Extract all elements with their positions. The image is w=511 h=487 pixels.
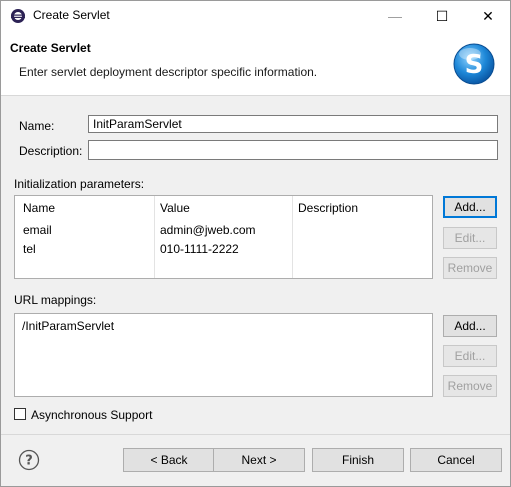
- close-button[interactable]: ✕: [465, 1, 510, 31]
- page-title: Create Servlet: [10, 41, 91, 55]
- minimize-button[interactable]: —: [372, 1, 418, 31]
- description-label: Description:: [19, 144, 83, 158]
- title-bar: Create Servlet — ☐ ✕: [1, 1, 510, 31]
- servlet-logo-icon: S: [453, 43, 495, 85]
- footer-divider: [1, 434, 510, 435]
- next-button[interactable]: Next >: [213, 448, 305, 472]
- maximize-icon: ☐: [435, 7, 449, 24]
- init-params-label: Initialization parameters:: [14, 177, 145, 191]
- description-field[interactable]: [88, 140, 498, 160]
- async-support-label[interactable]: Asynchronous Support: [31, 408, 152, 422]
- url-mappings-edit-button[interactable]: Edit...: [443, 345, 497, 367]
- column-header-value[interactable]: Value: [160, 201, 190, 215]
- column-header-description[interactable]: Description: [298, 201, 358, 215]
- page-description: Enter servlet deployment descriptor spec…: [19, 65, 318, 79]
- help-icon: ?: [25, 454, 33, 469]
- column-header-name[interactable]: Name: [23, 201, 55, 215]
- back-button[interactable]: < Back: [123, 448, 215, 472]
- name-label: Name:: [19, 119, 55, 133]
- url-mappings-add-button[interactable]: Add...: [443, 315, 497, 337]
- eclipse-icon: [11, 9, 25, 23]
- logo-letter: S: [465, 50, 484, 80]
- param-value: 010-1111-2222: [160, 242, 239, 256]
- url-mappings-list[interactable]: /InitParamServlet: [14, 313, 433, 397]
- url-mappings-label: URL mappings:: [14, 293, 97, 307]
- wizard-banner: Create Servlet Enter servlet deployment …: [1, 31, 510, 96]
- async-support-checkbox[interactable]: [14, 408, 26, 420]
- close-icon: ✕: [482, 7, 494, 24]
- list-item[interactable]: /InitParamServlet: [22, 319, 114, 333]
- name-field[interactable]: [88, 115, 498, 133]
- help-button[interactable]: ?: [18, 449, 40, 471]
- param-value: admin@jweb.com: [160, 223, 256, 237]
- table-row[interactable]: email admin@jweb.com: [15, 222, 432, 240]
- cancel-button[interactable]: Cancel: [410, 448, 502, 472]
- maximize-button[interactable]: ☐: [419, 1, 465, 31]
- param-name: tel: [23, 242, 36, 256]
- table-row[interactable]: tel 010-1111-2222: [15, 241, 432, 259]
- minimize-icon: —: [388, 8, 402, 24]
- url-mappings-remove-button[interactable]: Remove: [443, 375, 497, 397]
- init-params-add-button[interactable]: Add...: [443, 196, 497, 218]
- finish-button[interactable]: Finish: [312, 448, 404, 472]
- param-name: email: [23, 223, 52, 237]
- init-params-edit-button[interactable]: Edit...: [443, 227, 497, 249]
- init-params-table[interactable]: Name Value Description email admin@jweb.…: [14, 195, 433, 279]
- init-params-remove-button[interactable]: Remove: [443, 257, 497, 279]
- create-servlet-dialog: Create Servlet — ☐ ✕ Create Servlet Ente…: [0, 0, 511, 487]
- window-title: Create Servlet: [33, 8, 110, 22]
